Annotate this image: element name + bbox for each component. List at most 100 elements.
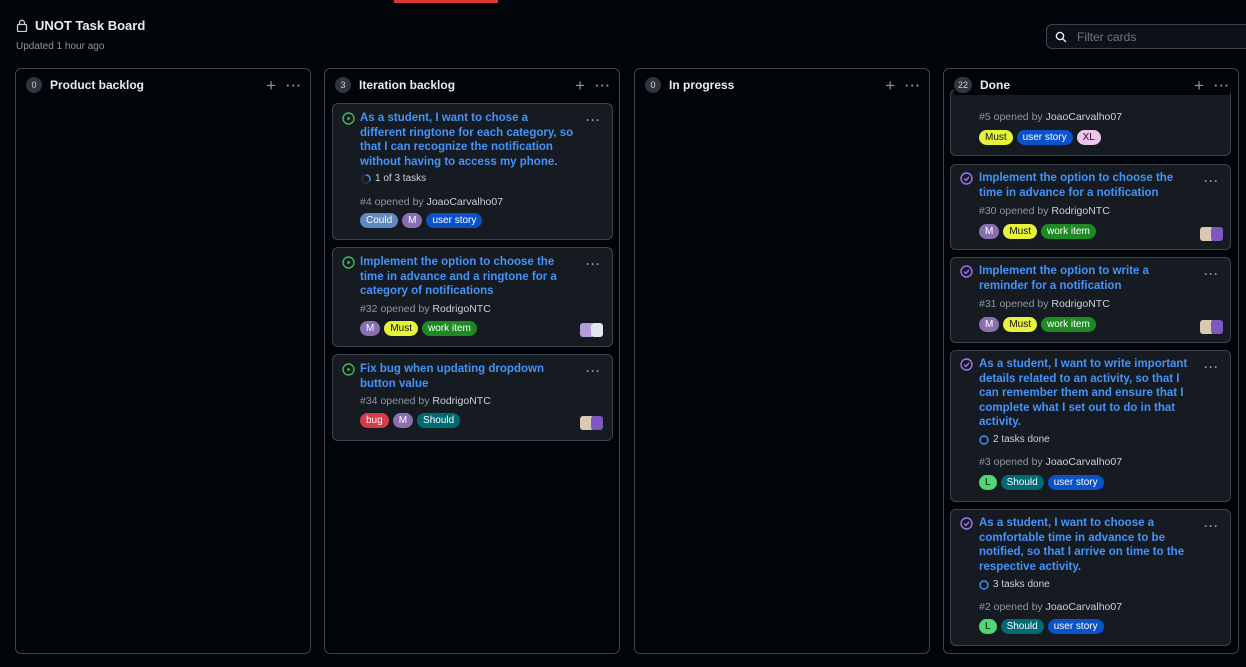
task-progress-icon <box>979 579 989 590</box>
label-work-item[interactable]: work item <box>1041 224 1096 239</box>
active-tab-indicator <box>394 0 498 3</box>
column-title: Product backlog <box>50 78 145 92</box>
card-menu-dots-icon[interactable]: ··· <box>586 114 601 126</box>
closed-issue-icon <box>960 265 973 278</box>
label-could[interactable]: Could <box>360 213 399 228</box>
label-should[interactable]: Should <box>417 413 461 428</box>
issue-card[interactable]: #5 opened by JoaoCarvalho07 Must user st… <box>950 89 1231 156</box>
open-issue-icon <box>342 112 355 125</box>
label-work-item[interactable]: work item <box>1041 317 1096 332</box>
label-must[interactable]: Must <box>1003 317 1038 332</box>
column-count-badge: 22 <box>954 77 973 93</box>
label-m[interactable]: M <box>392 413 414 428</box>
card-title-link[interactable]: As a student, I want to chose a differen… <box>360 111 592 169</box>
author-link[interactable]: JoaoCarvalho07 <box>1046 456 1122 468</box>
card-title-line: different ringtone for each category, so <box>360 126 574 139</box>
card-menu-dots-icon[interactable]: ··· <box>1204 520 1219 532</box>
card-menu-dots-icon[interactable]: ··· <box>1204 268 1219 280</box>
task-progress-icon <box>979 434 989 445</box>
label-work-item[interactable]: work item <box>422 321 477 336</box>
add-card-plus-icon[interactable]: + <box>575 77 585 94</box>
board-title-row: UNOT Task Board <box>16 18 145 33</box>
column-menu-dots-icon[interactable]: ··· <box>286 79 302 92</box>
column-in-progress: 0 In progress + ··· <box>634 68 930 654</box>
column-header: 0 Product backlog + ··· <box>26 75 302 95</box>
label-must[interactable]: Must <box>384 321 419 336</box>
card-title-link[interactable]: Implement the option to choose the time … <box>979 171 1211 200</box>
avatar <box>591 416 603 430</box>
assignee-avatars[interactable] <box>580 416 606 430</box>
card-title-line: without having to access my phone. <box>360 155 558 168</box>
add-card-plus-icon[interactable]: + <box>266 77 276 94</box>
card-menu-dots-icon[interactable]: ··· <box>1204 361 1219 373</box>
issue-card[interactable]: As a student, I want to choose a comfort… <box>950 509 1231 646</box>
label-user-story[interactable]: user story <box>426 213 483 228</box>
opened-by-text: opened by <box>999 205 1049 217</box>
author-link[interactable]: RodrigoNTC <box>432 395 490 407</box>
card-menu-dots-icon[interactable]: ··· <box>586 258 601 270</box>
card-labels: L Should user story <box>979 475 1104 490</box>
issue-card[interactable]: Implement the option to choose the time … <box>332 247 613 347</box>
add-card-plus-icon[interactable]: + <box>885 77 895 94</box>
opened-by-text: opened by <box>380 303 430 315</box>
card-title-link[interactable]: As a student, I want to write important … <box>979 357 1211 430</box>
issue-card[interactable]: As a student, I want to chose a differen… <box>332 103 613 240</box>
column-iteration-backlog: 3 Iteration backlog + ··· As a student, … <box>324 68 620 654</box>
assignee-avatars[interactable] <box>580 323 606 337</box>
label-l[interactable]: L <box>979 475 997 490</box>
card-title-link[interactable]: Fix bug when updating dropdown button va… <box>360 362 592 391</box>
label-user-story[interactable]: user story <box>1047 475 1104 490</box>
author-link[interactable]: JoaoCarvalho07 <box>1046 111 1122 123</box>
card-title-line: complete what I set out to do in that <box>979 401 1176 414</box>
label-m[interactable]: M <box>360 321 381 336</box>
label-user-story[interactable]: user story <box>1047 619 1104 634</box>
author-link[interactable]: JoaoCarvalho07 <box>427 196 503 208</box>
card-title-line: reminder for a notification <box>979 279 1122 292</box>
filter-cards-input[interactable] <box>1075 28 1235 45</box>
card-menu-dots-icon[interactable]: ··· <box>586 365 601 377</box>
author-link[interactable]: JoaoCarvalho07 <box>1046 601 1122 613</box>
card-title-link[interactable]: Implement the option to choose the time … <box>360 255 592 299</box>
filter-cards-field[interactable] <box>1046 24 1246 49</box>
card-title-link[interactable]: As a student, I want to choose a comfort… <box>979 516 1211 574</box>
label-user-story[interactable]: user story <box>1016 130 1073 145</box>
assignee-avatars[interactable] <box>1200 227 1226 241</box>
author-link[interactable]: RodrigoNTC <box>1051 205 1109 217</box>
author-link[interactable]: RodrigoNTC <box>432 303 490 315</box>
card-menu-dots-icon[interactable]: ··· <box>1204 175 1219 187</box>
column-menu-dots-icon[interactable]: ··· <box>905 79 921 92</box>
opened-by-text: opened by <box>993 601 1043 613</box>
card-title-line: respective activity. <box>979 560 1082 573</box>
closed-issue-icon <box>960 517 973 530</box>
label-xl[interactable]: XL <box>1076 130 1101 145</box>
card-title-line: time in advance for a notification <box>979 186 1159 199</box>
label-must[interactable]: Must <box>1003 224 1038 239</box>
board-title: UNOT Task Board <box>35 18 146 33</box>
issue-card[interactable]: As a student, I want to write important … <box>950 350 1231 502</box>
column-menu-dots-icon[interactable]: ··· <box>1214 79 1230 92</box>
label-m[interactable]: M <box>979 317 1000 332</box>
issue-card[interactable]: Fix bug when updating dropdown button va… <box>332 354 613 441</box>
add-card-plus-icon[interactable]: + <box>1194 77 1204 94</box>
label-must[interactable]: Must <box>979 130 1013 145</box>
card-title-link[interactable]: Implement the option to write a reminder… <box>979 264 1211 293</box>
issue-card[interactable]: Implement the option to choose the time … <box>950 164 1231 250</box>
label-should[interactable]: Should <box>1000 619 1044 634</box>
label-m[interactable]: M <box>402 213 423 228</box>
task-progress-text: 2 tasks done <box>993 434 1050 445</box>
label-should[interactable]: Should <box>1000 475 1044 490</box>
avatar <box>1211 227 1223 241</box>
card-title-line: comfortable time in advance to be <box>979 531 1165 544</box>
label-l[interactable]: L <box>979 619 997 634</box>
card-meta: #30 opened by RodrigoNTC <box>979 205 1110 217</box>
card-title-line: that I can recognize the notification <box>360 141 553 153</box>
issue-card[interactable]: Implement the option to write a reminder… <box>950 257 1231 343</box>
label-bug[interactable]: bug <box>360 413 389 428</box>
card-meta: #5 opened by JoaoCarvalho07 <box>979 111 1122 123</box>
assignee-avatars[interactable] <box>1200 320 1226 334</box>
column-count-badge: 3 <box>335 77 351 93</box>
author-link[interactable]: RodrigoNTC <box>1051 298 1109 310</box>
closed-issue-icon <box>960 172 973 185</box>
label-m[interactable]: M <box>979 224 1000 239</box>
column-menu-dots-icon[interactable]: ··· <box>595 79 611 92</box>
